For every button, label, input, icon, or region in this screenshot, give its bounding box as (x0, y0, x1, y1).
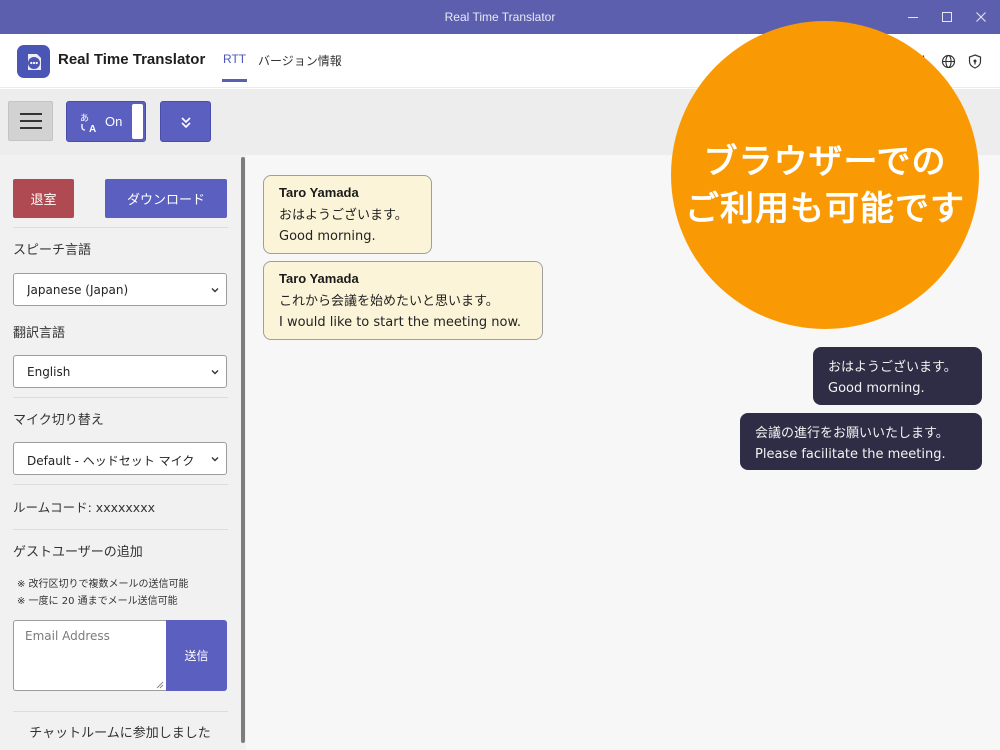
sidebar-scrollbar-thumb[interactable] (241, 157, 245, 743)
translate-icon: あ A (80, 113, 96, 134)
translation-language-value: English (27, 365, 71, 379)
toggle-knob (132, 104, 143, 139)
chat-translate-icon (27, 53, 41, 70)
download-button[interactable]: ダウンロード (105, 179, 227, 218)
message-original: これから会議を始めたいと思います。 (279, 294, 499, 309)
message-original: おはようございます。 (279, 208, 408, 223)
send-button[interactable]: 送信 (166, 620, 227, 691)
double-chevron-down-icon (180, 116, 191, 128)
chevron-down-icon (211, 288, 219, 293)
mic-switch-label: マイク切り替え (13, 413, 104, 428)
globe-icon[interactable] (939, 52, 957, 70)
scroll-to-bottom-button[interactable] (160, 101, 211, 142)
translate-toggle-label: On (105, 114, 123, 129)
close-icon (976, 12, 986, 22)
divider (13, 711, 228, 712)
mic-value: Default - ヘッドセット マイク (27, 454, 195, 468)
mic-select[interactable]: Default - ヘッドセット マイク (13, 442, 227, 475)
svg-text:あ: あ (80, 113, 89, 124)
chevron-down-icon (211, 370, 219, 375)
tab-version-info[interactable]: バージョン情報 (258, 52, 342, 69)
message-translated: Good morning. (828, 381, 925, 396)
maximize-button[interactable] (929, 0, 965, 34)
tab-rtt[interactable]: RTT (221, 52, 248, 82)
minimize-icon (908, 17, 918, 18)
message-original: おはようございます。 (828, 360, 957, 375)
joined-status: チャットルームに参加しました (29, 726, 211, 741)
divider (13, 397, 228, 398)
menu-button[interactable] (8, 101, 53, 141)
translate-toggle[interactable]: あ A On (66, 101, 146, 142)
divider (13, 227, 228, 228)
translation-language-select[interactable]: English (13, 355, 227, 388)
speech-language-select[interactable]: Japanese (Japan) (13, 273, 227, 306)
message-sender: Taro Yamada (279, 271, 359, 286)
message-translated: Good morning. (279, 229, 376, 244)
room-code: ルームコード: xxxxxxxx (13, 500, 155, 515)
app-logo (17, 45, 50, 78)
promo-line-1: ブラウザーでの (703, 142, 947, 182)
leave-button[interactable]: 退室 (13, 179, 74, 218)
message-outgoing: おはようございます。 Good morning. (813, 347, 982, 405)
chevron-down-icon (211, 457, 219, 462)
close-button[interactable] (963, 0, 999, 34)
add-guest-label: ゲストユーザーの追加 (13, 545, 143, 560)
speech-language-label: スピーチ言語 (13, 243, 92, 258)
speech-language-value: Japanese (Japan) (27, 283, 129, 297)
message-translated: I would like to start the meeting now. (279, 315, 522, 330)
resize-grip-icon[interactable] (155, 680, 164, 689)
promo-badge: ブラウザーでの ご利用も可能です (671, 21, 979, 329)
hamburger-icon (19, 113, 42, 115)
shield-icon[interactable] (966, 52, 984, 70)
message-original: 会議の進行をお願いいたします。 (755, 426, 949, 441)
sidebar: 退室 ダウンロード スピーチ言語 Japanese (Japan) 翻訳言語 E… (0, 155, 240, 750)
message-translated: Please facilitate the meeting. (755, 447, 946, 462)
divider (13, 484, 228, 485)
message-outgoing: 会議の進行をお願いいたします。 Please facilitate the me… (740, 413, 982, 470)
promo-line-2: ご利用も可能です (685, 189, 965, 229)
divider (13, 529, 228, 530)
svg-text:A: A (89, 124, 96, 134)
app-name: Real Time Translator (58, 51, 206, 68)
message-incoming: Taro Yamada これから会議を始めたいと思います。 I would li… (263, 261, 543, 340)
email-input[interactable] (13, 620, 166, 691)
translation-language-label: 翻訳言語 (13, 326, 66, 341)
email-note-1: ※ 改行区切りで複数メールの送信可能 (17, 579, 189, 590)
email-note-2: ※ 一度に 20 通までメール送信可能 (17, 596, 178, 607)
message-incoming: Taro Yamada おはようございます。 Good morning. (263, 175, 432, 254)
minimize-button[interactable] (895, 0, 931, 34)
message-sender: Taro Yamada (279, 185, 359, 200)
maximize-icon (942, 12, 952, 22)
